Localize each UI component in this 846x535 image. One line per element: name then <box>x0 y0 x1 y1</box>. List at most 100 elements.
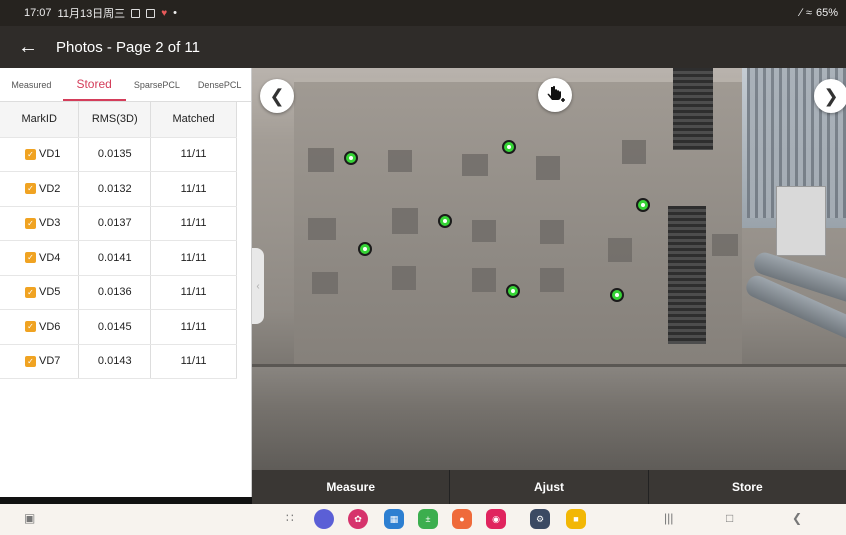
store-button[interactable]: Store <box>647 470 846 504</box>
rms-value: 0.0132 <box>78 171 152 207</box>
tab-sparsepcl[interactable]: SparsePCL <box>126 68 189 101</box>
tab-bar: Measured Stored SparsePCL DensePCL <box>0 68 251 102</box>
photo-notification-icon <box>146 8 156 18</box>
next-photo-button[interactable]: ❯ <box>814 79 846 113</box>
tab-measured[interactable]: Measured <box>0 68 63 101</box>
wall-patch <box>392 266 416 290</box>
rooftop-unit <box>776 186 826 256</box>
column-header-rms: RMS(3D) <box>78 102 152 138</box>
contacts-app-icon[interactable]: ● <box>452 509 472 529</box>
calendar-app-icon[interactable]: ▦ <box>384 509 404 529</box>
row-checkbox[interactable]: ✓ <box>25 321 36 333</box>
adjust-button[interactable]: Ajust <box>449 470 647 504</box>
row-checkbox[interactable]: ✓ <box>25 148 36 160</box>
tab-densepcl[interactable]: DensePCL <box>188 68 251 101</box>
wall-patch <box>622 140 646 164</box>
target-marker[interactable] <box>506 284 520 298</box>
target-marker[interactable] <box>438 214 452 228</box>
recents-icon[interactable]: ||| <box>664 511 673 525</box>
measure-button[interactable]: Measure <box>252 470 449 504</box>
marks-panel: Measured Stored SparsePCL DensePCL MarkI… <box>0 68 252 504</box>
wall-patch <box>472 220 496 242</box>
row-checkbox[interactable]: ✓ <box>25 286 36 298</box>
mark-id: VD4 <box>39 251 61 264</box>
matched-value: 11/11 <box>150 206 237 241</box>
rms-value: 0.0135 <box>78 137 152 172</box>
panel-bottom-bar <box>0 497 252 504</box>
add-mark-button[interactable] <box>538 78 572 112</box>
matched-value: 11/11 <box>150 137 237 172</box>
settings-app-icon[interactable]: ⚙ <box>530 509 550 529</box>
action-bar: Measure Ajust Store <box>252 470 846 504</box>
target-marker[interactable] <box>502 140 516 154</box>
wall-patch <box>308 218 336 240</box>
table-row[interactable]: ✓ VD5 0.0136 11/11 <box>0 275 237 310</box>
app-notification-icon: ♥ <box>161 7 168 19</box>
table-row[interactable]: ✓ VD2 0.0132 11/11 <box>0 171 237 207</box>
panel-collapse-handle[interactable]: ‹ <box>252 248 264 324</box>
wall-patch <box>312 272 338 294</box>
rms-value: 0.0141 <box>78 240 152 276</box>
table-row[interactable]: ✓ VD7 0.0143 11/11 <box>0 344 237 379</box>
gallery-notification-icon <box>131 8 141 18</box>
notes-app-icon[interactable]: ■ <box>566 509 586 529</box>
table-row[interactable]: ✓ VD6 0.0145 11/11 <box>0 309 237 345</box>
matched-value: 11/11 <box>150 344 237 379</box>
back-icon[interactable]: ❮ <box>792 511 802 525</box>
target-marker[interactable] <box>344 151 358 165</box>
flower-app-icon[interactable]: ✿ <box>348 509 368 529</box>
browser-app-icon[interactable] <box>314 509 334 529</box>
tab-stored[interactable]: Stored <box>62 68 126 101</box>
status-date: 11月13日周三 <box>57 8 126 20</box>
column-header-markid: MarkID <box>0 102 80 138</box>
rms-value: 0.0136 <box>78 275 152 310</box>
table-row[interactable]: ✓ VD3 0.0137 11/11 <box>0 206 237 241</box>
rms-value: 0.0143 <box>78 344 152 379</box>
rms-value: 0.0137 <box>78 206 152 241</box>
matched-value: 11/11 <box>150 275 237 310</box>
target-marker[interactable] <box>358 242 372 256</box>
wall-patch <box>608 238 632 262</box>
mark-id: VD5 <box>39 286 61 299</box>
mute-icon: ∕ <box>800 7 802 19</box>
row-checkbox[interactable]: ✓ <box>25 355 36 367</box>
photo-viewer[interactable]: ❮ ❯ <box>252 68 846 470</box>
app-header: ← Photos - Page 2 of 11 <box>0 26 846 68</box>
status-time: 17:07 <box>24 7 52 19</box>
table-row[interactable]: ✓ VD1 0.0135 11/11 <box>0 137 237 172</box>
row-checkbox[interactable]: ✓ <box>25 183 36 195</box>
wall-patch <box>308 148 334 172</box>
more-notifications-icon: • <box>173 7 177 19</box>
back-arrow-icon[interactable]: ← <box>0 36 56 59</box>
wall-patch <box>540 268 564 292</box>
matched-value: 11/11 <box>150 240 237 276</box>
previous-photo-button[interactable]: ❮ <box>260 79 294 113</box>
wall-patch <box>472 268 496 292</box>
row-checkbox[interactable]: ✓ <box>25 252 36 264</box>
marks-table: MarkID RMS(3D) Matched ✓ VD1 0.0135 11/11… <box>0 102 237 379</box>
table-row[interactable]: ✓ VD4 0.0141 11/11 <box>0 240 237 276</box>
calculator-app-icon[interactable]: ± <box>418 509 438 529</box>
mark-id: VD6 <box>39 320 61 333</box>
battery-level: 65% <box>815 7 838 19</box>
status-bar: 17:07 11月13日周三 ♥ • ∕ ≈ 65% <box>0 0 846 26</box>
target-marker[interactable] <box>636 198 650 212</box>
mark-id: VD2 <box>39 182 61 195</box>
wall-patch <box>462 154 488 176</box>
upper-vent <box>673 68 713 150</box>
target-marker[interactable] <box>610 288 624 302</box>
camera-app-icon[interactable]: ◉ <box>486 509 506 529</box>
floor-edge <box>252 364 846 367</box>
app-drawer-icon[interactable]: ∷ <box>286 511 294 525</box>
wall-patch <box>540 220 564 244</box>
home-icon[interactable]: □ <box>726 511 733 525</box>
rooftop-floor <box>252 364 846 470</box>
matched-value: 11/11 <box>150 309 237 345</box>
screenshot-icon[interactable]: ▣ <box>24 511 35 525</box>
wifi-icon: ≈ <box>805 7 812 19</box>
row-checkbox[interactable]: ✓ <box>25 217 36 229</box>
column-header-matched: Matched <box>150 102 237 138</box>
chevron-right-icon: ❯ <box>823 85 839 106</box>
mark-id: VD7 <box>39 355 61 368</box>
wall-patch <box>536 156 560 180</box>
